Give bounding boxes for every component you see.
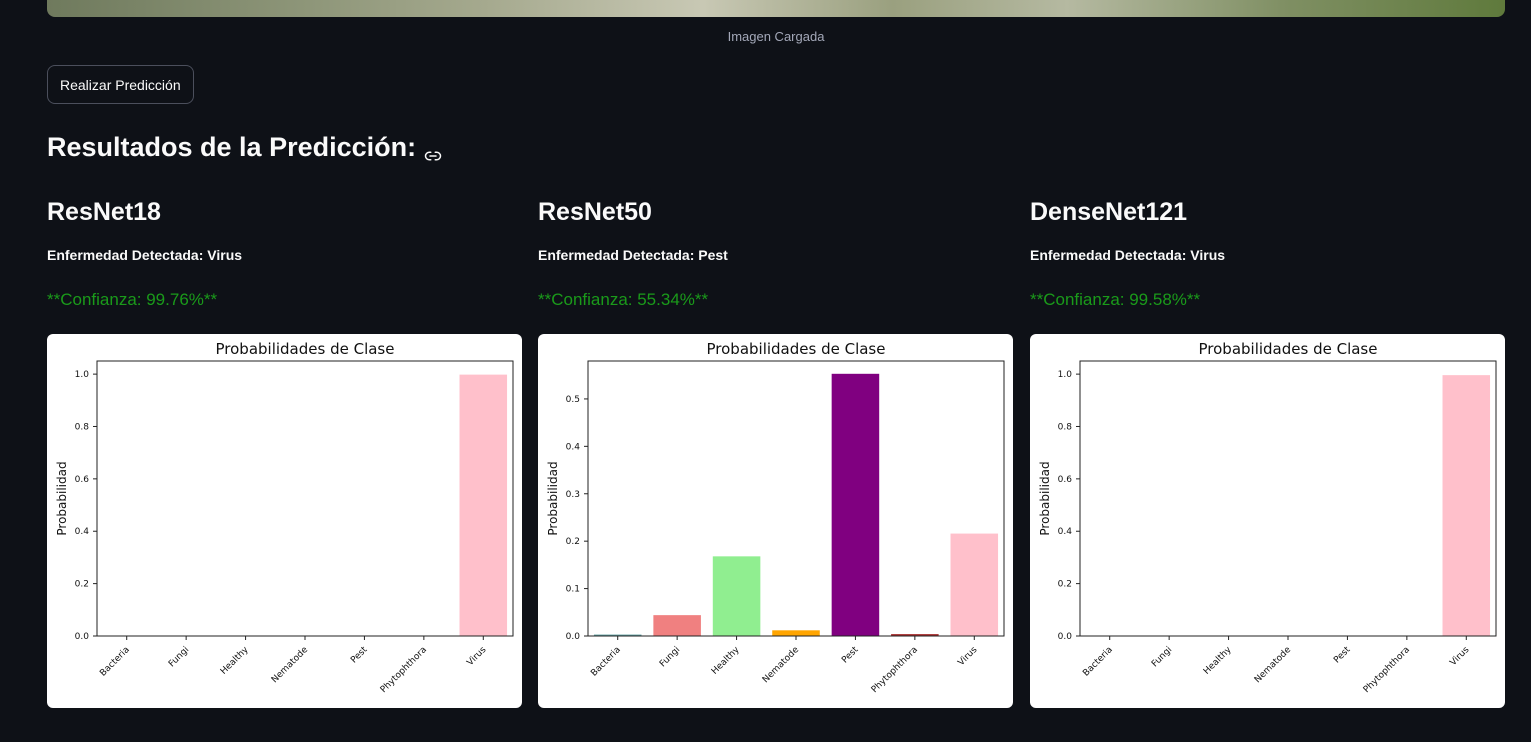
y-tick-label: 0.2 [1058, 580, 1072, 590]
y-tick-label: 0.4 [75, 527, 90, 537]
x-tick-label: Healthy [710, 645, 742, 677]
y-tick-label: 0.3 [566, 490, 580, 500]
y-tick-label: 0.0 [566, 632, 581, 642]
y-tick-label: 0.5 [566, 395, 580, 405]
x-tick-label: Phytophthora [379, 645, 429, 695]
x-tick-label: Fungi [1150, 645, 1174, 669]
bar-nematode [772, 630, 820, 636]
x-tick-label: Bacteria [1081, 645, 1115, 679]
plot-frame [587, 360, 1005, 637]
x-tick-label: Pest [349, 645, 370, 666]
chart-card: Probabilidades de Clase Probabilidad 0.0 0.… [47, 334, 522, 708]
x-tick-label: Bacteria [589, 645, 623, 679]
detected-disease: Enfermedad Detectada: Pest [538, 247, 728, 263]
model-name: ResNet50 [538, 198, 652, 226]
y-tick-label: 0.2 [75, 580, 89, 590]
y-tick-label: 0.8 [75, 422, 90, 432]
probability-chart: Probabilidades de Clase Probabilidad 0.0 0.… [55, 340, 514, 695]
bar-virus [950, 533, 999, 636]
results-title-text: Resultados de la Predicción: [47, 132, 417, 162]
probability-chart: Probabilidades de Clase Probabilidad 0.0 0.… [546, 340, 1005, 695]
y-tick-label: 0.4 [1058, 527, 1073, 537]
y-tick-label: 0.0 [1058, 632, 1073, 642]
y-axis-label: Probabilidad [55, 461, 69, 535]
x-tick-label: Nematode [761, 645, 802, 686]
confidence-text: **Confianza: 99.76%** [47, 290, 218, 309]
chart-title: Probabilidades de Clase [707, 340, 886, 358]
x-tick-label: Nematode [1253, 645, 1294, 686]
uploaded-image [47, 0, 1505, 17]
plot-frame [96, 360, 514, 637]
chart-title: Probabilidades de Clase [1199, 340, 1378, 358]
x-tick-label: Healthy [219, 645, 251, 677]
x-tick-label: Nematode [270, 645, 311, 686]
bar-fungi [653, 615, 701, 636]
x-tick-label: Virus [956, 645, 979, 668]
y-axis-label: Probabilidad [1038, 461, 1052, 535]
model-column-resnet50: ResNet50 Enfermedad Detectada: Pest **Co… [538, 195, 1013, 708]
bar-virus [1442, 375, 1491, 636]
y-tick-label: 0.6 [75, 475, 90, 485]
link-icon[interactable] [424, 141, 442, 160]
detected-disease: Enfermedad Detectada: Virus [47, 247, 243, 263]
model-name: DenseNet121 [1030, 198, 1188, 226]
y-tick-label: 0.1 [566, 585, 580, 595]
bar-healthy [712, 556, 761, 636]
image-caption: Imagen Cargada [727, 29, 825, 44]
results-title: Resultados de la Predicción: [47, 132, 442, 163]
model-column-densenet121: DenseNet121 Enfermedad Detectada: Virus … [1030, 195, 1505, 708]
plot-frame [1079, 360, 1497, 637]
y-tick-label: 0.6 [1058, 475, 1073, 485]
detected-disease: Enfermedad Detectada: Virus [1030, 247, 1226, 263]
probability-chart: Probabilidades de Clase Probabilidad 0.0 0.… [1038, 340, 1497, 695]
y-axis-label: Probabilidad [546, 461, 560, 535]
confidence-text: **Confianza: 55.34%** [538, 290, 709, 309]
model-column-resnet18: ResNet18 Enfermedad Detectada: Virus **C… [47, 195, 522, 708]
y-tick-label: 1.0 [75, 370, 90, 380]
y-tick-label: 0.4 [566, 442, 581, 452]
x-tick-label: Pest [840, 645, 861, 666]
x-tick-label: Phytophthora [1362, 645, 1412, 695]
chart-card: Probabilidades de Clase Probabilidad 0.0 0.… [1030, 334, 1505, 708]
y-tick-label: 0.2 [566, 537, 580, 547]
y-tick-label: 0.0 [75, 632, 90, 642]
predict-button[interactable]: Realizar Predicción [47, 65, 194, 104]
x-tick-label: Healthy [1202, 645, 1234, 677]
y-tick-label: 0.8 [1058, 422, 1073, 432]
chart-title: Probabilidades de Clase [216, 340, 395, 358]
x-tick-label: Phytophthora [870, 645, 920, 695]
x-tick-label: Pest [1332, 645, 1353, 666]
x-tick-label: Fungi [658, 645, 682, 669]
x-tick-label: Virus [465, 645, 488, 668]
model-name: ResNet18 [47, 198, 161, 226]
y-tick-label: 1.0 [1058, 370, 1073, 380]
chart-card: Probabilidades de Clase Probabilidad 0.0 0.… [538, 334, 1013, 708]
bar-virus [459, 374, 508, 636]
bar-pest [831, 373, 880, 636]
confidence-text: **Confianza: 99.58%** [1030, 290, 1201, 309]
x-tick-label: Fungi [167, 645, 191, 669]
x-tick-label: Bacteria [98, 645, 132, 679]
x-tick-label: Virus [1448, 645, 1471, 668]
